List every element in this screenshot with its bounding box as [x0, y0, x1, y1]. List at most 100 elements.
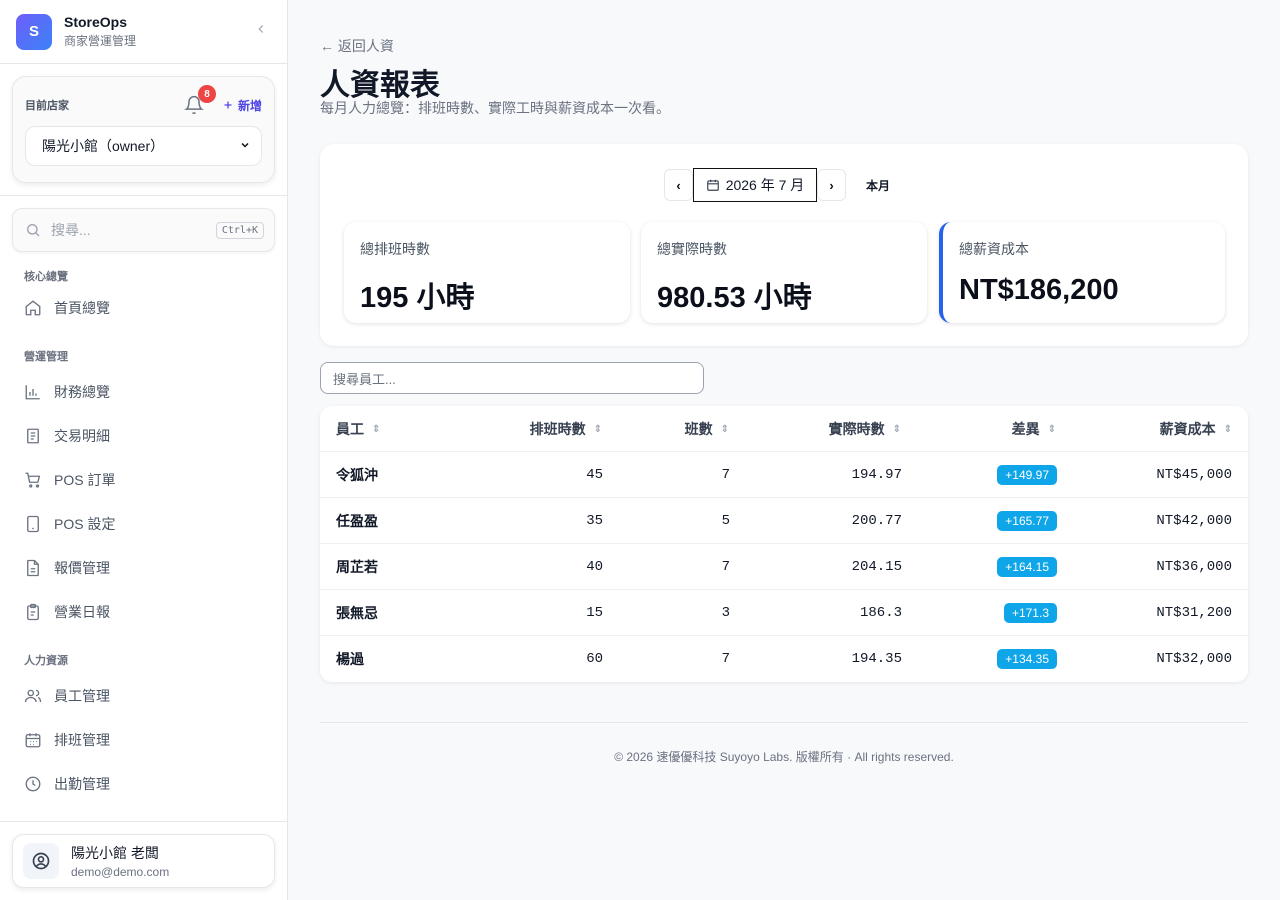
scheduled-hours: 60	[586, 651, 603, 667]
scheduled-hours: 15	[586, 605, 603, 621]
back-link[interactable]: ← 返回人資	[320, 36, 1248, 54]
stat-label: 總薪資成本	[959, 241, 1029, 257]
notification-badge: 8	[197, 85, 216, 103]
sidebar-item-daily-report[interactable]: 營業日報	[0, 590, 287, 634]
stat-label: 總排班時數	[360, 241, 430, 257]
table-row[interactable]: 令狐沖 45 7 194.97 +149.97 NT$45,000	[320, 452, 1248, 498]
sidebar-item-employees[interactable]: 員工管理	[0, 674, 287, 718]
user-profile-button[interactable]: 陽光小館 老闆 demo@demo.com	[12, 834, 275, 888]
brand-header: S StoreOps 商家營運管理	[0, 0, 287, 64]
brand-logo: S	[16, 13, 52, 50]
column-header-label: 差異	[1011, 421, 1040, 437]
difference-cell: +134.35	[997, 636, 1057, 682]
sidebar-item-home[interactable]: 首頁總覽	[0, 286, 287, 330]
column-header-scheduled-hours[interactable]: 排班時數 ⇕	[530, 406, 602, 452]
employee-name: 周芷若	[336, 559, 378, 575]
store-selector-panel: 目前店家 8 新增 陽光小館（owner）	[12, 76, 275, 183]
sidebar-item-label: 報價管理	[54, 560, 110, 576]
cart-icon	[25, 472, 41, 488]
column-header-payroll-cost[interactable]: 薪資成本 ⇕	[1160, 406, 1232, 452]
column-header-difference[interactable]: 差異 ⇕	[1012, 406, 1056, 452]
main-content: ← 返回人資 人資報表 每月人力總覽：排班時數、實際工時與薪資成本一次看。 ‹ …	[320, 0, 1248, 682]
sidebar-item-label: 首頁總覽	[54, 300, 110, 316]
chevron-left-icon	[258, 25, 264, 33]
brand-subtitle: 商家營運管理	[64, 34, 137, 48]
sidebar-item-label: 營業日報	[54, 604, 110, 620]
employee-search-input[interactable]: 搜尋員工...	[320, 362, 704, 394]
sidebar-item-scheduling[interactable]: 排班管理	[0, 718, 287, 762]
prev-month-button[interactable]: ‹	[664, 169, 693, 201]
table-row[interactable]: 周芷若 40 7 204.15 +164.15 NT$36,000	[320, 544, 1248, 590]
stat-value: NT$186,200	[959, 274, 1119, 306]
sidebar-item-label: POS 訂單	[54, 472, 116, 488]
table-row[interactable]: 任盈盈 35 5 200.77 +165.77 NT$42,000	[320, 498, 1248, 544]
user-email: demo@demo.com	[71, 865, 170, 879]
clock-icon	[25, 776, 41, 792]
employee-name: 任盈盈	[336, 513, 378, 529]
sort-icon: ⇕	[892, 423, 901, 435]
employee-name: 令狐沖	[336, 467, 378, 483]
notification-button[interactable]: 8	[184, 85, 216, 115]
divider	[0, 195, 287, 196]
difference-badge: +164.15	[997, 557, 1057, 577]
brand-text: StoreOps 商家營運管理	[64, 14, 136, 49]
page-title: 人資報表	[320, 69, 440, 102]
column-header-employee[interactable]: 員工 ⇕	[336, 406, 380, 452]
difference-cell: +164.15	[997, 544, 1057, 590]
sidebar-search-input[interactable]: 搜尋... Ctrl+K	[12, 208, 275, 252]
difference-cell: +165.77	[997, 498, 1057, 544]
sidebar-item-label: 財務總覽	[54, 384, 110, 400]
calendar-icon	[706, 179, 719, 191]
month-navigator: ‹ 2026 年 7 月 › 本月	[664, 168, 890, 202]
document-icon	[27, 428, 39, 444]
brand-name: StoreOps	[64, 14, 128, 30]
sort-icon: ⇕	[1223, 423, 1232, 435]
user-name: 陽光小館 老闆	[71, 845, 159, 861]
column-header-actual-hours[interactable]: 實際時數 ⇕	[829, 406, 901, 452]
tablet-icon	[27, 515, 39, 533]
this-month-button[interactable]: 本月	[866, 177, 890, 194]
store-select[interactable]: 陽光小館（owner）	[25, 126, 262, 166]
shift-count: 7	[721, 651, 730, 667]
sidebar-item-quotes[interactable]: 報價管理	[0, 546, 287, 590]
month-picker[interactable]: 2026 年 7 月	[693, 168, 817, 202]
column-header-shifts[interactable]: 班數 ⇕	[685, 406, 729, 452]
difference-badge: +149.97	[997, 465, 1057, 485]
stat-card-actual-hours: 總實際時數 980.53 小時	[641, 222, 927, 323]
stat-value: 980.53 小時	[657, 282, 812, 314]
actual-hours: 194.35	[851, 651, 902, 667]
stat-card-payroll-cost: 總薪資成本 NT$186,200	[939, 222, 1225, 323]
shift-count: 7	[721, 559, 730, 575]
next-month-button[interactable]: ›	[817, 169, 846, 201]
sidebar-item-label: 員工管理	[54, 688, 110, 704]
sidebar-item-attendance[interactable]: 出勤管理	[0, 762, 287, 806]
payroll-cost: NT$31,200	[1156, 605, 1232, 621]
actual-hours: 204.15	[851, 559, 902, 575]
table-row[interactable]: 楊過 60 7 194.35 +134.35 NT$32,000	[320, 636, 1248, 682]
actual-hours: 186.3	[859, 605, 902, 621]
sidebar-item-pos-orders[interactable]: POS 訂單	[0, 458, 287, 502]
collapse-sidebar-button[interactable]	[251, 22, 271, 41]
table-row[interactable]: 張無忌 15 3 186.3 +171.3 NT$31,200	[320, 590, 1248, 636]
add-store-button[interactable]: 新增	[222, 97, 262, 114]
footer-copyright: © 2026 速優優科技 Suyoyo Labs. 版權所有 · All rig…	[614, 750, 954, 764]
sidebar-item-label: 排班管理	[54, 732, 110, 748]
sort-icon: ⇕	[720, 423, 729, 435]
scheduled-hours: 45	[586, 467, 603, 483]
sidebar-item-transactions[interactable]: 交易明細	[0, 414, 287, 458]
sidebar-item-label: POS 設定	[54, 516, 116, 532]
search-icon	[27, 224, 40, 237]
nav-section-title: 營運管理	[24, 351, 68, 363]
scheduled-hours: 35	[586, 513, 603, 529]
sidebar: S StoreOps 商家營運管理 目前店家 8 新增 陽光小館（owner）	[0, 0, 288, 900]
employee-search-placeholder: 搜尋員工...	[333, 371, 396, 387]
payroll-cost: NT$45,000	[1156, 467, 1232, 483]
store-select-value: 陽光小館（owner）	[42, 138, 165, 154]
sidebar-item-pos-settings[interactable]: POS 設定	[0, 502, 287, 546]
sidebar-item-finance[interactable]: 財務總覽	[0, 370, 287, 414]
search-shortcut: Ctrl+K	[215, 221, 264, 239]
chevron-down-icon	[239, 139, 251, 154]
shift-count: 7	[721, 467, 730, 483]
nav-section-title: 人力資源	[24, 655, 68, 667]
column-header-label: 排班時數	[529, 421, 586, 437]
